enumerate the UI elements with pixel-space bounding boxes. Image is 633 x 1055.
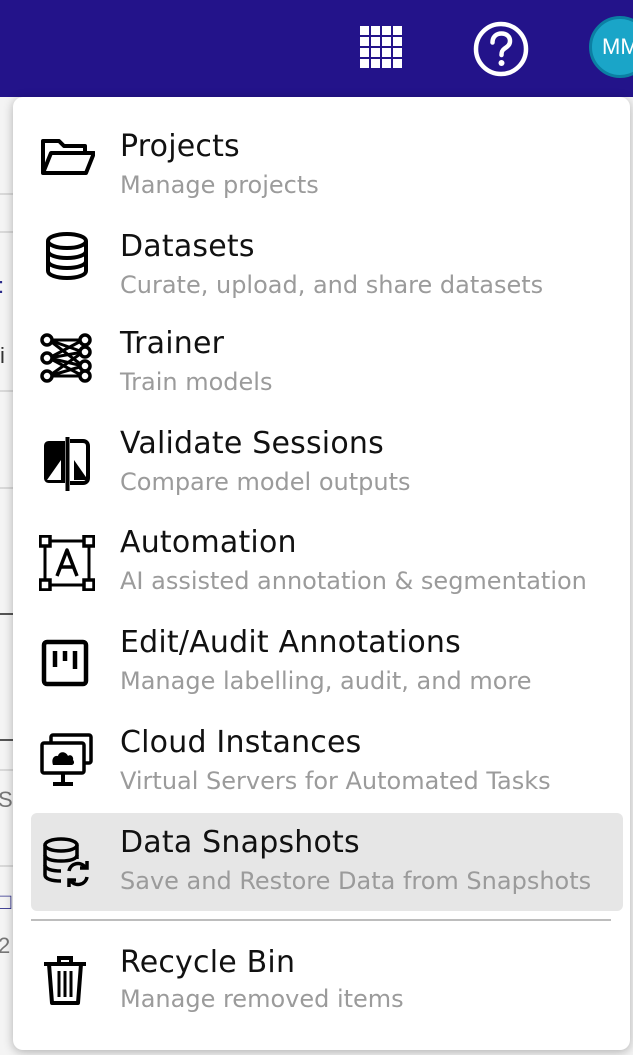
database-icon	[46, 232, 88, 281]
menu-item-edit-audit-annotations[interactable]: Edit/Audit Annotations Manage labelling,…	[31, 613, 623, 711]
avatar[interactable]: MM	[589, 16, 633, 78]
cloud-monitor-icon	[40, 733, 93, 786]
apps-dropdown-menu: Projects Manage projects Datasets Curate…	[13, 97, 630, 1050]
menu-item-datasets[interactable]: Datasets Curate, upload, and share datas…	[31, 215, 623, 313]
menu-item-subtitle: Curate, upload, and share datasets	[120, 271, 544, 299]
text-select-icon	[39, 535, 95, 591]
folder-open-icon	[41, 139, 95, 175]
bg-divider	[0, 231, 13, 233]
board-icon	[41, 639, 89, 687]
bg-text: S	[0, 787, 13, 812]
menu-item-subtitle: Compare model outputs	[120, 468, 411, 496]
menu-item-title: Datasets	[120, 229, 255, 264]
menu-item-validate-sessions[interactable]: Validate Sessions Compare model outputs	[31, 414, 623, 512]
database-sync-icon	[43, 837, 89, 887]
compare-icon	[44, 437, 90, 491]
help-circle-icon[interactable]	[473, 21, 529, 77]
grid-apps-icon[interactable]	[359, 25, 404, 70]
menu-item-subtitle: Manage removed items	[120, 985, 404, 1013]
menu-item-title: Projects	[120, 129, 240, 164]
menu-item-cloud-instances[interactable]: Cloud Instances Virtual Servers for Auto…	[31, 713, 623, 811]
bg-divider	[0, 865, 13, 867]
menu-item-trainer[interactable]: Trainer Train models	[31, 314, 623, 412]
menu-item-subtitle: Train models	[120, 368, 273, 396]
menu-item-data-snapshots[interactable]: Data Snapshots Save and Restore Data fro…	[31, 813, 623, 911]
avatar-initials: MM	[602, 34, 633, 59]
trash-icon	[44, 956, 86, 1005]
bg-divider	[0, 193, 13, 195]
menu-item-title: Automation	[120, 525, 297, 560]
bg-text: 2	[0, 933, 11, 958]
menu-item-title: Trainer	[120, 326, 225, 361]
menu-item-subtitle: Virtual Servers for Automated Tasks	[120, 767, 551, 795]
bg-divider	[0, 739, 13, 741]
menu-item-subtitle: Save and Restore Data from Snapshots	[120, 867, 592, 895]
bg-text: :	[0, 273, 4, 299]
bg-divider	[0, 390, 13, 392]
menu-item-title: Recycle Bin	[120, 945, 296, 980]
bg-divider	[0, 769, 13, 771]
menu-item-recycle-bin[interactable]: Recycle Bin Manage removed items	[31, 933, 623, 1031]
menu-divider	[31, 919, 611, 921]
top-app-bar: MM	[0, 0, 633, 97]
menu-item-title: Data Snapshots	[120, 825, 360, 860]
menu-item-title: Cloud Instances	[120, 725, 362, 760]
bg-text: □	[0, 889, 12, 914]
menu-item-projects[interactable]: Projects Manage projects	[31, 115, 623, 213]
menu-item-title: Validate Sessions	[120, 426, 384, 461]
bg-divider	[0, 613, 13, 615]
neural-network-icon	[40, 333, 92, 383]
menu-item-title: Edit/Audit Annotations	[120, 625, 461, 660]
menu-item-automation[interactable]: Automation AI assisted annotation & segm…	[31, 513, 623, 611]
menu-item-subtitle: Manage projects	[120, 171, 319, 199]
menu-item-subtitle: AI assisted annotation & segmentation	[120, 567, 587, 595]
bg-text: i	[0, 343, 5, 368]
bg-divider	[0, 487, 13, 489]
menu-item-subtitle: Manage labelling, audit, and more	[120, 667, 532, 695]
